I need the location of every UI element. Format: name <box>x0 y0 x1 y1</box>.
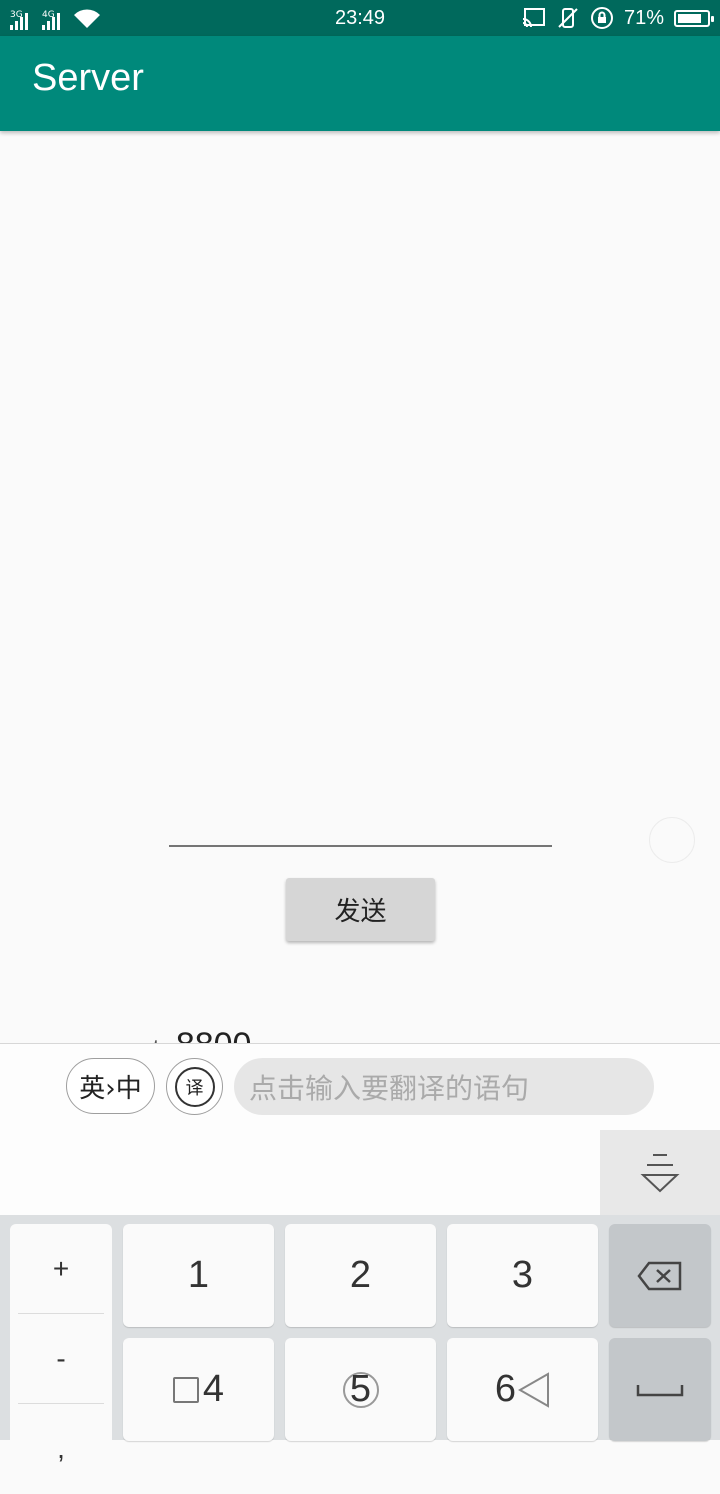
key-5-label: 5 <box>349 1368 372 1410</box>
key-5-circle-icon: 5 <box>342 1368 379 1410</box>
status-right-icons: 71% <box>522 6 714 30</box>
backspace-key[interactable] <box>609 1224 711 1327</box>
key-2[interactable]: 2 <box>285 1224 436 1327</box>
space-icon <box>636 1384 684 1396</box>
translate-input[interactable]: 点击输入要翻译的语句 <box>234 1058 654 1115</box>
key-4-square-icon <box>172 1376 199 1403</box>
key-6[interactable]: 6 <box>447 1338 598 1441</box>
battery-percent: 71% <box>623 6 664 29</box>
status-bar: 3G 4G 23:49 71% <box>0 0 720 36</box>
backspace-icon <box>637 1261 682 1290</box>
vibrate-off-icon <box>558 8 578 28</box>
key-5[interactable]: 5 <box>285 1338 436 1441</box>
key-6-triangle-icon <box>518 1371 550 1408</box>
key-3[interactable]: 3 <box>447 1224 598 1327</box>
key-6-label: 6 <box>494 1368 517 1410</box>
translate-button[interactable]: 译 <box>166 1058 223 1115</box>
hide-keyboard-icon <box>640 1153 680 1192</box>
key-4-label: 4 <box>202 1368 225 1410</box>
ime-translation-bar: 英›中 译 点击输入要翻译的语句 <box>0 1043 720 1131</box>
battery-icon <box>674 9 714 27</box>
app-bar: Server <box>0 36 720 131</box>
hide-keyboard-button[interactable] <box>600 1130 720 1215</box>
candidate-strip <box>0 1130 720 1215</box>
space-key[interactable] <box>609 1338 711 1441</box>
symbol-column: + - , <box>10 1224 112 1464</box>
send-button[interactable]: 发送 <box>286 878 435 941</box>
key-comma[interactable]: , <box>10 1404 112 1494</box>
key-1[interactable]: 1 <box>123 1224 274 1327</box>
message-input[interactable] <box>169 800 552 847</box>
key-plus[interactable]: + <box>10 1224 112 1314</box>
app-title: Server <box>32 57 144 99</box>
translate-icon: 译 <box>174 1066 215 1107</box>
key-4[interactable]: 4 <box>123 1338 274 1441</box>
language-toggle-button[interactable]: 英›中 <box>66 1058 155 1114</box>
rotation-lock-icon <box>590 7 613 29</box>
numeric-keyboard: + - , 1 2 3 4 5 6 <box>0 1215 720 1464</box>
floating-ball[interactable] <box>649 817 695 863</box>
key-minus[interactable]: - <box>10 1314 112 1404</box>
cast-icon <box>522 8 545 28</box>
